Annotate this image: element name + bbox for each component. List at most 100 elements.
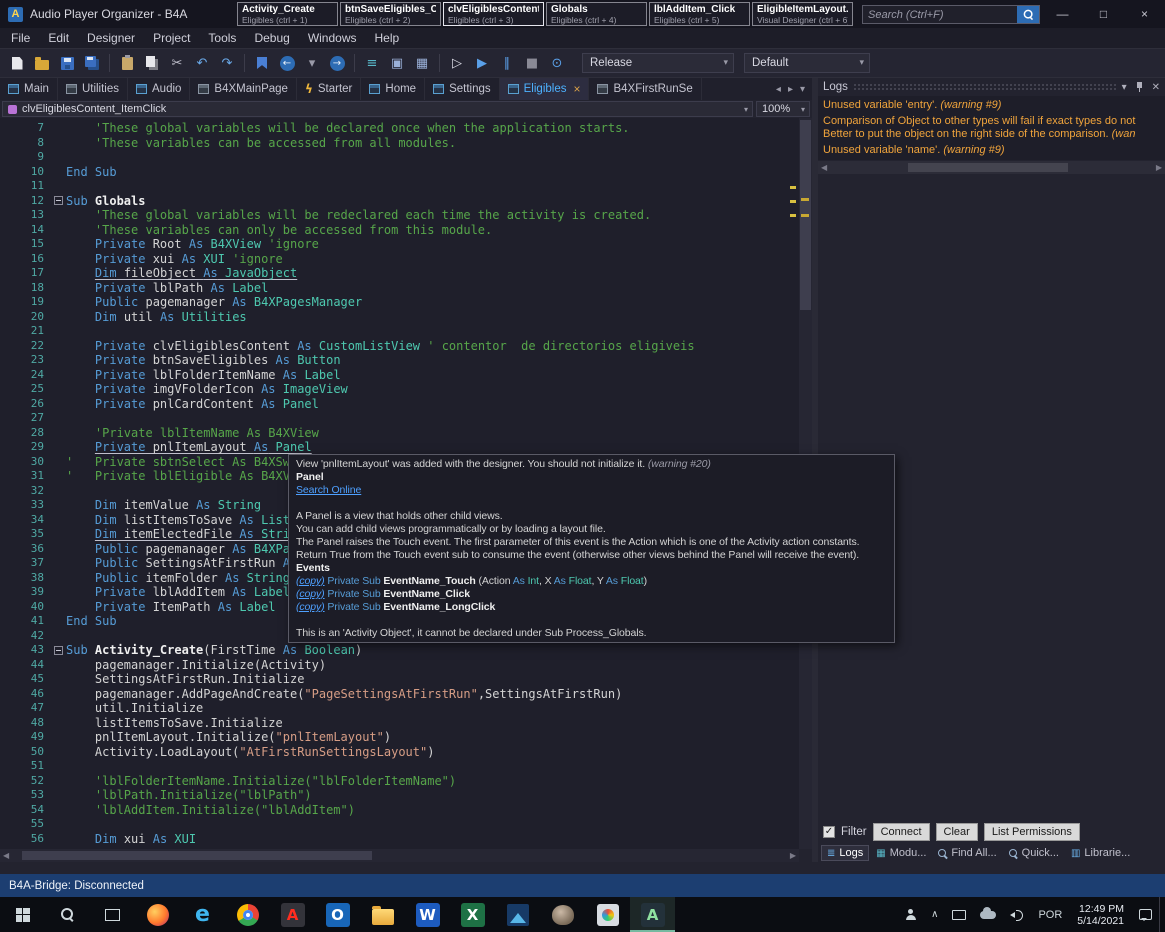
panel-tab-quick[interactable]: Quick... (1004, 846, 1064, 860)
logs-horizontal-scrollbar[interactable]: ◀ ▶ (818, 161, 1165, 174)
menu-help[interactable]: Help (366, 28, 409, 48)
code-line[interactable]: 29 Private pnlItemLayout As Panel (0, 440, 799, 455)
taskbar-excel[interactable]: X (450, 897, 495, 932)
connect-button[interactable]: Connect (873, 823, 930, 841)
task-view-button[interactable] (90, 897, 135, 932)
menu-windows[interactable]: Windows (299, 28, 366, 48)
panel-menu-icon[interactable]: ▾ (1122, 82, 1127, 93)
panel-tab-findall[interactable]: Find All... (933, 846, 1001, 860)
taskbar-search-button[interactable] (45, 897, 90, 932)
filter-profile-select[interactable]: Default (744, 53, 870, 73)
code-line[interactable]: 50 Activity.LoadLayout("AtFirstRunSettin… (0, 745, 799, 760)
doc-tab-settings[interactable]: Settings (425, 78, 500, 100)
cut-icon[interactable]: ✂ (166, 52, 188, 74)
scroll-tabs-right-icon[interactable]: ▸ (788, 84, 793, 95)
method-dropdown[interactable]: clvEligiblesContent_ItemClick (2, 101, 753, 117)
code-line[interactable]: 54 'lblAddItem.Initialize("lblAddItem") (0, 803, 799, 818)
minimize-button[interactable]: — (1042, 0, 1083, 28)
quick-tab-6[interactable]: EligibleItemLayout.balVisual Designer (c… (752, 2, 853, 26)
code-line[interactable]: 27 (0, 411, 799, 426)
maximize-button[interactable]: □ (1083, 0, 1124, 28)
volume-icon[interactable] (1003, 897, 1031, 932)
code-line[interactable]: 14 'These variables can only be accessed… (0, 223, 799, 238)
code-line[interactable]: 15 Private Root As B4XView 'ignore (0, 237, 799, 252)
navigate-forward-icon[interactable]: → (326, 52, 348, 74)
code-line[interactable]: 55 (0, 817, 799, 832)
clear-button[interactable]: Clear (936, 823, 978, 841)
show-desktop-button[interactable] (1159, 897, 1165, 932)
compile-icon[interactable]: ⊙ (546, 52, 568, 74)
log-warning[interactable]: Unused variable 'entry'. (warning #9) (818, 98, 1165, 114)
taskbar-word[interactable]: W (405, 897, 450, 932)
code-line[interactable]: 45 SettingsAtFirstRun.Initialize (0, 672, 799, 687)
stop-icon[interactable]: ■ (521, 52, 543, 74)
taskbar-paint[interactable] (585, 897, 630, 932)
code-line[interactable]: 11 (0, 179, 799, 194)
editor-zoom-select[interactable]: 100% (756, 101, 810, 117)
code-line[interactable]: 19 Public pagemanager As B4XPagesManager (0, 295, 799, 310)
code-line[interactable]: 9 (0, 150, 799, 165)
menu-debug[interactable]: Debug (245, 28, 298, 48)
save-icon[interactable] (56, 52, 78, 74)
back-history-dropdown-icon[interactable]: ▾ (301, 52, 323, 74)
code-line[interactable]: 21 (0, 324, 799, 339)
start-button[interactable] (0, 897, 45, 932)
doc-tab-eligibles[interactable]: Eligibles× (500, 78, 590, 100)
taskbar-outlook[interactable]: O (315, 897, 360, 932)
panel-tab-logs[interactable]: ≣Logs (821, 845, 869, 861)
scroll-left-icon[interactable]: ◀ (3, 851, 9, 860)
new-file-icon[interactable] (6, 52, 28, 74)
scroll-tabs-left-icon[interactable]: ◂ (776, 84, 781, 95)
scroll-right-icon[interactable]: ▶ (1156, 163, 1162, 172)
quick-tab-5[interactable]: lblAddItem_ClickEligibles (ctrl + 5) (649, 2, 750, 26)
menu-file[interactable]: File (2, 28, 39, 48)
code-line[interactable]: 16 Private xui As XUI 'ignore (0, 252, 799, 267)
taskbar-photos[interactable] (495, 897, 540, 932)
search-button[interactable] (1017, 6, 1039, 23)
taskbar-acrobat[interactable]: A (270, 897, 315, 932)
code-line[interactable]: 7 'These global variables will be declar… (0, 121, 799, 136)
doc-tab-starter[interactable]: ϟStarter (297, 78, 361, 100)
display-icon[interactable] (945, 897, 973, 932)
logs-scrollbar-thumb[interactable] (908, 163, 1068, 172)
doc-tab-b4xmainpage[interactable]: B4XMainPage (190, 78, 297, 100)
doc-tab-home[interactable]: Home (361, 78, 425, 100)
close-button[interactable]: × (1124, 0, 1165, 28)
code-line[interactable]: 51 (0, 759, 799, 774)
code-line[interactable]: 28 'Private lblItemName As B4XView (0, 426, 799, 441)
code-line[interactable]: 43Sub Activity_Create(FirstTime As Boole… (0, 643, 799, 658)
doc-tab-b4xfirstrunse[interactable]: B4XFirstRunSe (589, 78, 701, 100)
find-references-icon[interactable]: ≡ (361, 52, 383, 74)
code-line[interactable]: 8 'These variables can be accessed from … (0, 136, 799, 151)
code-line[interactable]: 44 pagemanager.Initialize(Activity) (0, 658, 799, 673)
code-line[interactable]: 48 listItemsToSave.Initialize (0, 716, 799, 731)
filter-checkbox[interactable] (823, 826, 835, 838)
code-line[interactable]: 17 Dim fileObject As JavaObject (0, 266, 799, 281)
undo-icon[interactable]: ↶ (191, 52, 213, 74)
copy-eventname-longclick-link[interactable]: (copy) Private Sub EventName_LongClick (296, 601, 887, 614)
code-line[interactable]: 25 Private imgVFolderIcon As ImageView (0, 382, 799, 397)
build-configuration-select[interactable]: Release (582, 53, 734, 73)
people-icon[interactable] (897, 897, 924, 932)
debug-icon[interactable]: ▶ (471, 52, 493, 74)
code-line[interactable]: 23 Private btnSaveEligibles As Button (0, 353, 799, 368)
taskbar-chrome[interactable] (225, 897, 270, 932)
taskbar-file-explorer[interactable] (360, 897, 405, 932)
search-input[interactable] (863, 6, 1017, 23)
menu-edit[interactable]: Edit (39, 28, 78, 48)
code-line[interactable]: 53 'lblPath.Initialize("lblPath") (0, 788, 799, 803)
taskbar-edge[interactable]: e (180, 897, 225, 932)
code-line[interactable]: 12Sub Globals (0, 194, 799, 209)
onedrive-icon[interactable] (973, 897, 1003, 932)
quick-tab-4[interactable]: GlobalsEligibles (ctrl + 4) (546, 2, 647, 26)
copy-eventname-click-link[interactable]: (copy) Private Sub EventName_Click (296, 588, 887, 601)
doc-tab-utilities[interactable]: Utilities (58, 78, 128, 100)
log-warning[interactable]: Unused variable 'name'. (warning #9) (818, 143, 1165, 159)
quick-tab-2[interactable]: btnSaveEligibles_ClickEligibles (ctrl + … (340, 2, 441, 26)
menu-tools[interactable]: Tools (199, 28, 245, 48)
designer-scripts-icon[interactable]: ▦ (411, 52, 433, 74)
copy-eventname-touch-link[interactable]: (copy) Private Sub EventName_Touch (Acti… (296, 575, 887, 588)
pause-icon[interactable]: ∥ (496, 52, 518, 74)
quick-tab-1[interactable]: Activity_CreateEligibles (ctrl + 1) (237, 2, 338, 26)
code-line[interactable]: 10End Sub (0, 165, 799, 180)
